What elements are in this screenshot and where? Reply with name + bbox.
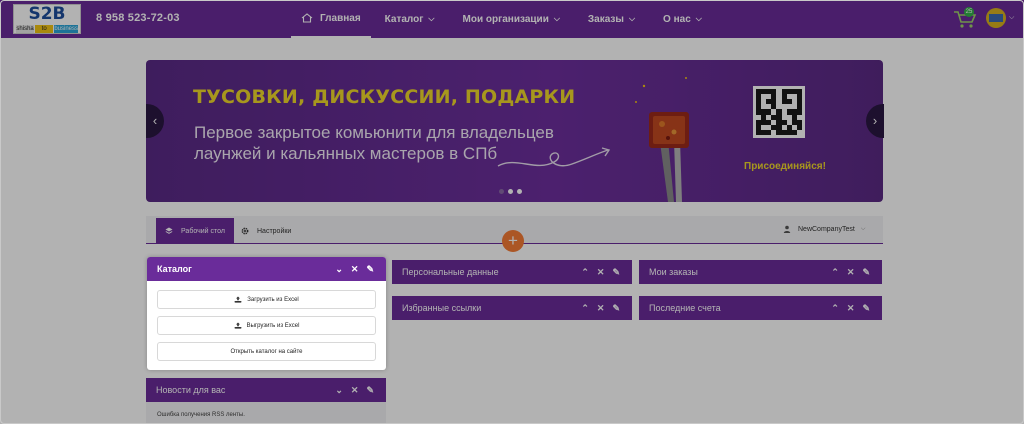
pencil-icon[interactable]: ✎: [366, 264, 374, 275]
widget-title: Каталог: [157, 264, 192, 274]
download-excel-button[interactable]: Выгрузить из Excel: [157, 316, 376, 335]
widget-catalog: Каталог ⌄ ✕ ✎ Загрузить из Excel Выгрузи…: [147, 257, 386, 370]
button-label: Загрузить из Excel: [247, 296, 299, 303]
button-label: Выгрузить из Excel: [246, 322, 300, 329]
upload-icon: [234, 322, 242, 329]
close-icon[interactable]: ✕: [351, 264, 359, 275]
button-label: Открыть каталог на сайте: [230, 348, 303, 355]
chevron-down-icon[interactable]: ⌄: [335, 264, 343, 275]
upload-excel-button[interactable]: Загрузить из Excel: [157, 290, 376, 309]
widget-catalog-header[interactable]: Каталог ⌄ ✕ ✎: [147, 257, 386, 281]
widget-controls: ⌄ ✕ ✎: [335, 264, 374, 275]
open-catalog-button[interactable]: Открыть каталог на сайте: [157, 342, 376, 361]
upload-icon: [234, 296, 242, 303]
